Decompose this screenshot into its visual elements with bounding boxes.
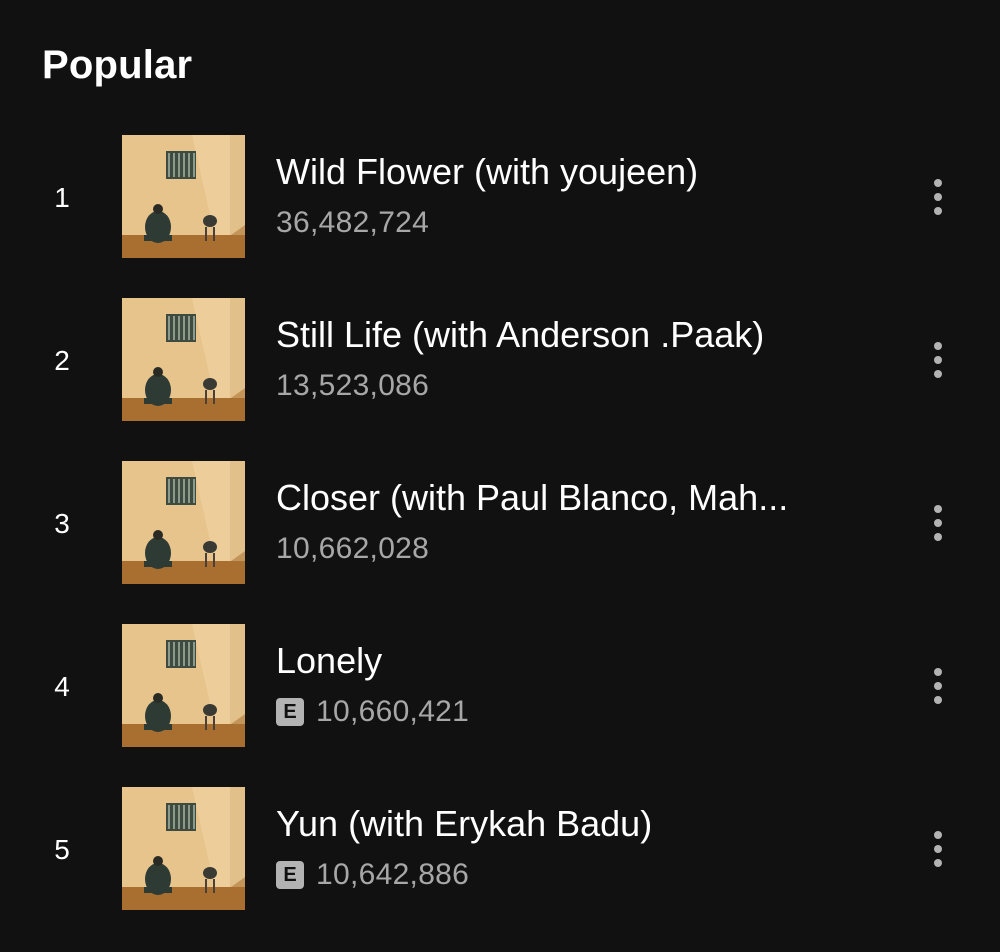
track-info: Yun (with Erykah Badu) E 10,642,886 [276, 797, 876, 897]
play-count: 36,482,724 [276, 206, 430, 239]
more-options-button[interactable] [918, 167, 958, 227]
track-rank: 1 [54, 182, 70, 213]
track-rank: 3 [54, 508, 70, 539]
track-row[interactable]: 1 Wild Flower (with youjeen) 36,482,724 [0, 135, 1000, 260]
explicit-badge: E [276, 698, 304, 726]
track-info: Wild Flower (with youjeen) 36,482,724 [276, 145, 876, 245]
section-title: Popular [42, 43, 193, 87]
play-count: 13,523,086 [276, 369, 430, 402]
more-vertical-icon-dot [934, 682, 942, 690]
play-count: 10,660,421 [316, 695, 470, 728]
track-row[interactable]: 5 Yun (with Erykah Badu) E 10,642,886 [0, 787, 1000, 912]
more-vertical-icon-dot [934, 533, 942, 541]
more-vertical-icon-dot [934, 207, 942, 215]
popular-track-list: 1 Wild Flower (with youjeen) 36,482,724 … [0, 135, 1000, 950]
track-meta: 13,523,086 [276, 364, 876, 408]
track-row[interactable]: 4 Lonely E 10,660,421 [0, 624, 1000, 749]
more-vertical-icon [934, 668, 942, 676]
more-vertical-icon [934, 342, 942, 350]
play-count: 10,642,886 [316, 858, 470, 891]
more-vertical-icon [934, 179, 942, 187]
more-vertical-icon-dot [934, 696, 942, 704]
track-rank: 5 [54, 834, 70, 865]
track-info: Lonely E 10,660,421 [276, 634, 876, 734]
track-meta: E 10,642,886 [276, 853, 876, 897]
track-info: Still Life (with Anderson .Paak) 13,523,… [276, 308, 876, 408]
more-vertical-icon [934, 831, 942, 839]
more-vertical-icon-dot [934, 370, 942, 378]
track-meta: 36,482,724 [276, 201, 876, 245]
track-row[interactable]: 3 Closer (with Paul Blanco, Mah... 10,66… [0, 461, 1000, 586]
more-vertical-icon-dot [934, 859, 942, 867]
album-cover [122, 135, 245, 258]
track-meta: 10,662,028 [276, 527, 876, 571]
track-meta: E 10,660,421 [276, 690, 876, 734]
more-options-button[interactable] [918, 656, 958, 716]
track-row[interactable]: 2 Still Life (with Anderson .Paak) 13,52… [0, 298, 1000, 423]
play-count: 10,662,028 [276, 532, 430, 565]
track-title: Closer (with Paul Blanco, Mah... [276, 477, 789, 518]
track-rank: 2 [54, 345, 70, 376]
track-info: Closer (with Paul Blanco, Mah... 10,662,… [276, 471, 876, 571]
more-vertical-icon-dot [934, 845, 942, 853]
more-vertical-icon-dot [934, 193, 942, 201]
more-options-button[interactable] [918, 493, 958, 553]
more-vertical-icon-dot [934, 519, 942, 527]
track-title: Wild Flower (with youjeen) [276, 151, 699, 192]
album-cover [122, 787, 245, 910]
track-title: Yun (with Erykah Badu) [276, 803, 653, 844]
more-vertical-icon-dot [934, 356, 942, 364]
album-cover [122, 298, 245, 421]
track-title: Lonely [276, 640, 383, 681]
track-title: Still Life (with Anderson .Paak) [276, 314, 765, 355]
album-cover [122, 461, 245, 584]
track-rank: 4 [54, 671, 70, 702]
more-vertical-icon [934, 505, 942, 513]
more-options-button[interactable] [918, 330, 958, 390]
more-options-button[interactable] [918, 819, 958, 879]
explicit-badge: E [276, 861, 304, 889]
album-cover [122, 624, 245, 747]
